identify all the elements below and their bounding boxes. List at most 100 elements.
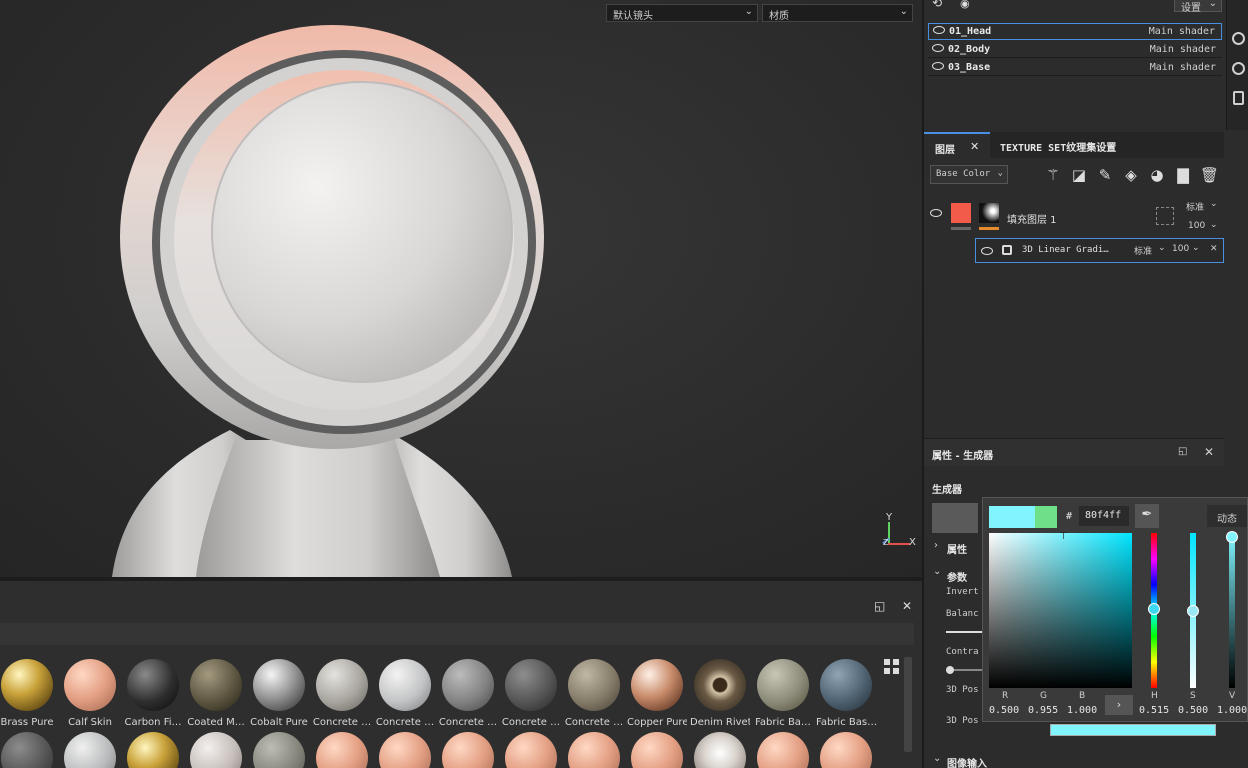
material-item[interactable]: Concrete … — [438, 659, 498, 728]
close-icon[interactable]: ✕ — [1210, 244, 1218, 254]
expand-button[interactable]: › — [1105, 695, 1133, 715]
dynamic-button[interactable]: 动态 — [1207, 505, 1247, 527]
layer-properties-toggle[interactable] — [1156, 207, 1174, 225]
paint-brush-icon[interactable]: ✎ — [1096, 166, 1114, 184]
fill-bucket-icon[interactable]: ◈ — [1122, 166, 1140, 184]
channel-select[interactable]: Base Color ⌄ — [930, 165, 1008, 184]
eye-icon[interactable] — [932, 44, 944, 52]
close-icon[interactable]: ✕ — [970, 140, 979, 153]
material-item[interactable]: Concrete … — [312, 659, 372, 728]
section-image-input[interactable]: 图像输入 — [947, 755, 987, 768]
value-slider[interactable] — [1226, 531, 1238, 688]
contrast-slider[interactable] — [946, 666, 982, 674]
b-value[interactable]: 1.000 — [1067, 705, 1097, 716]
material-thumbnail[interactable] — [820, 732, 872, 768]
chevron-right-icon[interactable]: › — [934, 540, 938, 551]
material-item[interactable]: Copper Pure — [627, 659, 687, 728]
material-item[interactable]: Fabric Bas… — [816, 659, 876, 728]
fill-layer-opacity[interactable]: 100 — [1188, 221, 1205, 231]
chevron-down-icon[interactable]: ⌄ — [933, 753, 941, 764]
material-thumbnail[interactable] — [127, 732, 179, 768]
slider-handle[interactable] — [1226, 531, 1238, 543]
material-item[interactable]: Concrete … — [501, 659, 561, 728]
material-thumbnail[interactable] — [505, 732, 557, 768]
close-icon[interactable]: ✕ — [902, 599, 912, 613]
eye-icon[interactable]: ◉ — [960, 0, 970, 10]
fill-layer-blend[interactable]: 标准 — [1186, 200, 1204, 213]
undock-icon[interactable]: ◱ — [1178, 446, 1187, 457]
chevron-down-icon[interactable]: ⌄ — [933, 566, 941, 577]
h-value[interactable]: 0.515 — [1139, 705, 1169, 716]
sublayer-opacity[interactable]: 100 — [1172, 244, 1189, 254]
v-value[interactable]: 1.000 — [1217, 705, 1247, 716]
s-value[interactable]: 0.500 — [1178, 705, 1208, 716]
eye-icon[interactable] — [933, 26, 945, 34]
material-thumbnail[interactable] — [190, 732, 242, 768]
material-item[interactable]: Brass Pure — [0, 659, 57, 728]
magic-wand-icon[interactable]: ⚚ — [1044, 166, 1062, 184]
3d-viewport[interactable]: 默认镜头 ⌄ 材质 ⌄ Y X Z — [0, 0, 922, 577]
material-thumbnail[interactable] — [568, 732, 620, 768]
material-item[interactable]: Concrete … — [564, 659, 624, 728]
r-value[interactable]: 0.500 — [989, 705, 1019, 716]
hue-slider[interactable] — [1148, 533, 1160, 688]
sublayer-blend[interactable]: 标准 — [1134, 244, 1152, 257]
eye-icon[interactable] — [932, 62, 944, 70]
saturation-slider[interactable] — [1187, 533, 1199, 688]
layer-mask-thumbnail[interactable] — [979, 203, 999, 223]
material-thumbnail[interactable] — [1, 732, 53, 768]
globe-icon[interactable] — [1232, 32, 1245, 45]
material-item[interactable]: Carbon Fi… — [123, 659, 183, 728]
section-attributes[interactable]: 属性 — [947, 541, 967, 556]
material-item[interactable]: Cobalt Pure — [249, 659, 309, 728]
tab-layers[interactable]: 图层 ✕ — [924, 132, 990, 158]
smart-material-icon[interactable]: ◕ — [1148, 166, 1166, 184]
folder-icon[interactable]: ▇ — [1174, 166, 1192, 184]
color-preview-bar[interactable] — [1050, 724, 1216, 736]
material-item[interactable]: Fabric Ba… — [753, 659, 813, 728]
eyedropper-button[interactable]: ✒ — [1135, 504, 1159, 528]
generator-sublayer-row[interactable]: 3D Linear Gradi… 标准 ⌄ 100 ⌄ ✕ — [975, 238, 1224, 263]
texture-set-row[interactable]: 02_Body Main shader — [928, 42, 1222, 58]
slider-handle[interactable] — [946, 666, 954, 674]
material-thumbnail[interactable] — [379, 732, 431, 768]
generator-thumbnail[interactable] — [932, 503, 978, 533]
eye-icon[interactable] — [930, 209, 942, 217]
history-icon[interactable] — [1232, 62, 1245, 75]
old-color-swatch[interactable] — [1035, 506, 1057, 528]
texture-set-row[interactable]: 03_Base Main shader — [928, 60, 1222, 76]
share-icon[interactable]: ⟲ — [932, 0, 942, 10]
tab-texture-set-settings[interactable]: TEXTURE SET纹理集设置 — [994, 132, 1116, 158]
material-thumbnail[interactable] — [316, 732, 368, 768]
shelf-scrollbar[interactable] — [904, 657, 912, 752]
material-select[interactable]: 材质 ⌄ — [762, 4, 913, 22]
g-value[interactable]: 0.955 — [1028, 705, 1058, 716]
texture-set-row[interactable]: 01_Head Main shader — [928, 23, 1222, 40]
material-thumbnail[interactable] — [694, 732, 746, 768]
eye-icon[interactable] — [981, 247, 993, 255]
camera-select[interactable]: 默认镜头 ⌄ — [606, 4, 758, 22]
material-thumbnail[interactable] — [631, 732, 683, 768]
hex-input[interactable]: 80f4ff — [1079, 506, 1129, 526]
undock-icon[interactable]: ◱ — [874, 599, 885, 613]
sv-cursor[interactable]: ⊤ — [1059, 531, 1069, 542]
fill-layer-row[interactable]: 填充图层 1 标准 ⌄ 100 ⌄ — [924, 196, 1224, 236]
material-item[interactable]: Denim Rivet — [690, 659, 750, 728]
slider-handle[interactable] — [1187, 605, 1199, 617]
trash-icon[interactable]: 🗑 — [1200, 166, 1219, 184]
slider-handle[interactable] — [1148, 603, 1160, 615]
grid-view-icon[interactable] — [884, 659, 900, 675]
material-item[interactable]: Calf Skin — [60, 659, 120, 728]
material-item[interactable]: Coated M… — [186, 659, 246, 728]
shelf-search-bar[interactable] — [0, 623, 914, 645]
material-thumbnail[interactable] — [757, 732, 809, 768]
close-icon[interactable]: ✕ — [1204, 445, 1214, 459]
material-item[interactable]: Concrete … — [375, 659, 435, 728]
settings-dropdown[interactable]: 设置 ⌄ — [1174, 0, 1222, 14]
balance-slider[interactable] — [946, 631, 982, 633]
new-color-swatch[interactable] — [989, 506, 1035, 528]
material-thumbnail[interactable] — [442, 732, 494, 768]
material-thumbnail[interactable] — [64, 732, 116, 768]
saturation-value-area[interactable]: ⊤ — [989, 531, 1132, 688]
document-icon[interactable] — [1233, 91, 1244, 105]
